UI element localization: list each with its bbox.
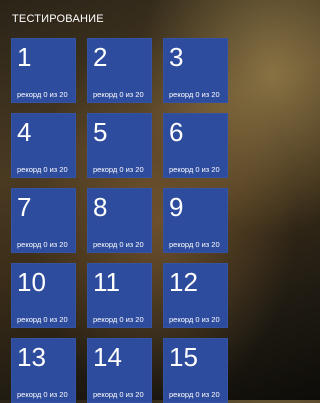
test-tile-7[interactable]: 7 рекорд 0 из 20 bbox=[11, 188, 76, 253]
tile-record: рекорд 0 из 20 bbox=[169, 240, 220, 249]
tile-record: рекорд 0 из 20 bbox=[169, 390, 220, 399]
test-tile-10[interactable]: 10 рекорд 0 из 20 bbox=[11, 263, 76, 328]
tile-number: 3 bbox=[169, 42, 184, 72]
test-tile-9[interactable]: 9 рекорд 0 из 20 bbox=[163, 188, 228, 253]
tile-record: рекорд 0 из 20 bbox=[93, 90, 144, 99]
test-tile-grid: 1 рекорд 0 из 20 2 рекорд 0 из 20 3 реко… bbox=[11, 38, 231, 403]
tile-record: рекорд 0 из 20 bbox=[169, 165, 220, 174]
test-tile-2[interactable]: 2 рекорд 0 из 20 bbox=[87, 38, 152, 103]
tile-number: 2 bbox=[93, 42, 108, 72]
test-tile-15[interactable]: 15 рекорд 0 из 20 bbox=[163, 338, 228, 403]
test-tile-1[interactable]: 1 рекорд 0 из 20 bbox=[11, 38, 76, 103]
page-title: ТЕСТИРОВАНИЕ bbox=[12, 13, 104, 25]
tile-record: рекорд 0 из 20 bbox=[93, 165, 144, 174]
tile-number: 5 bbox=[93, 117, 108, 147]
tile-number: 4 bbox=[17, 117, 32, 147]
tile-number: 12 bbox=[169, 267, 198, 297]
tile-number: 15 bbox=[169, 342, 198, 372]
tile-record: рекорд 0 из 20 bbox=[17, 315, 68, 324]
tile-number: 14 bbox=[93, 342, 122, 372]
tile-record: рекорд 0 из 20 bbox=[17, 90, 68, 99]
test-tile-6[interactable]: 6 рекорд 0 из 20 bbox=[163, 113, 228, 178]
test-tile-11[interactable]: 11 рекорд 0 из 20 bbox=[87, 263, 152, 328]
test-tile-4[interactable]: 4 рекорд 0 из 20 bbox=[11, 113, 76, 178]
tile-number: 8 bbox=[93, 192, 108, 222]
tile-record: рекорд 0 из 20 bbox=[93, 240, 144, 249]
tile-number: 1 bbox=[17, 42, 32, 72]
tile-record: рекорд 0 из 20 bbox=[169, 315, 220, 324]
tile-number: 11 bbox=[93, 267, 120, 297]
tile-number: 6 bbox=[169, 117, 184, 147]
tile-record: рекорд 0 из 20 bbox=[169, 90, 220, 99]
test-tile-14[interactable]: 14 рекорд 0 из 20 bbox=[87, 338, 152, 403]
tile-record: рекорд 0 из 20 bbox=[17, 165, 68, 174]
tile-record: рекорд 0 из 20 bbox=[17, 390, 68, 399]
test-tile-5[interactable]: 5 рекорд 0 из 20 bbox=[87, 113, 152, 178]
tile-record: рекорд 0 из 20 bbox=[17, 240, 68, 249]
test-tile-3[interactable]: 3 рекорд 0 из 20 bbox=[163, 38, 228, 103]
tile-number: 10 bbox=[17, 267, 46, 297]
tile-number: 7 bbox=[17, 192, 32, 222]
tile-record: рекорд 0 из 20 bbox=[93, 315, 144, 324]
tile-number: 13 bbox=[17, 342, 46, 372]
tile-record: рекорд 0 из 20 bbox=[93, 390, 144, 399]
test-tile-13[interactable]: 13 рекорд 0 из 20 bbox=[11, 338, 76, 403]
tile-number: 9 bbox=[169, 192, 184, 222]
test-tile-8[interactable]: 8 рекорд 0 из 20 bbox=[87, 188, 152, 253]
test-tile-12[interactable]: 12 рекорд 0 из 20 bbox=[163, 263, 228, 328]
